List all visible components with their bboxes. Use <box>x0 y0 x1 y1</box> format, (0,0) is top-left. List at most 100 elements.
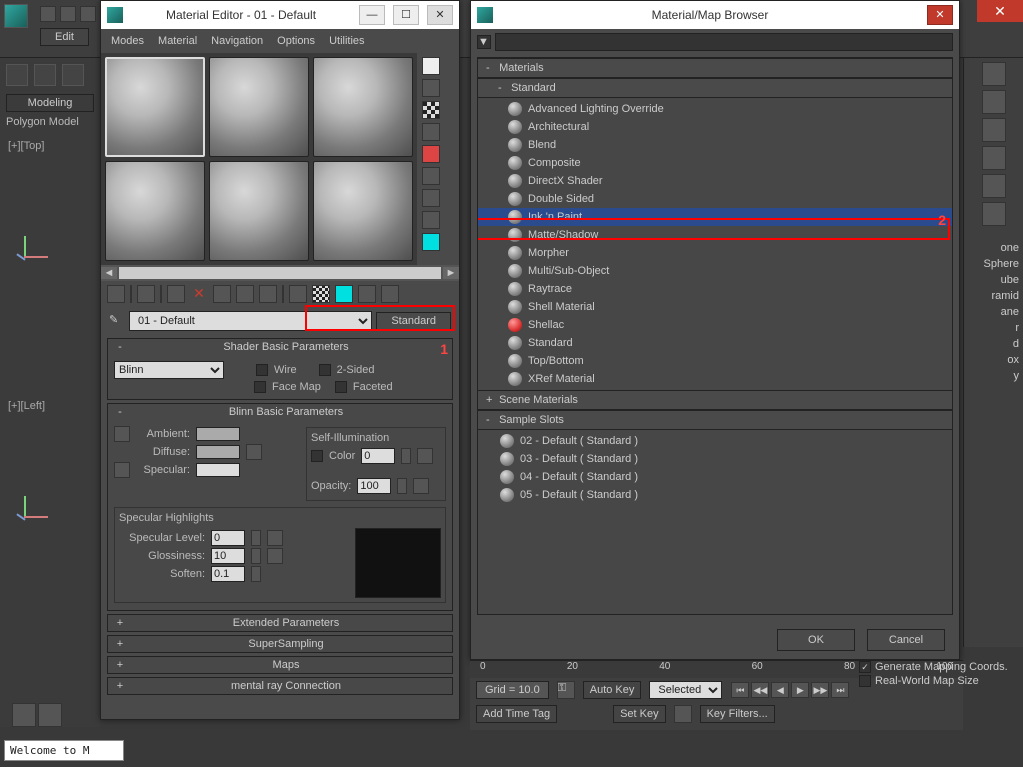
diffuse-swatch[interactable] <box>196 445 240 459</box>
sample-slot-item[interactable]: 04 - Default ( Standard ) <box>478 468 952 486</box>
viewport-config-icon[interactable] <box>38 703 62 727</box>
material-item[interactable]: DirectX Shader <box>478 172 952 190</box>
minimize-button[interactable]: — <box>359 5 385 25</box>
sample-slot-item[interactable]: 03 - Default ( Standard ) <box>478 450 952 468</box>
playback-button-0[interactable]: ⏮ <box>731 682 749 698</box>
show-end-result-icon[interactable] <box>335 285 353 303</box>
edit-menu-button[interactable]: Edit <box>40 28 89 46</box>
sample-slot-2[interactable] <box>209 57 309 157</box>
video-color-check-icon[interactable] <box>422 145 440 163</box>
menu-utilities[interactable]: Utilities <box>329 35 364 47</box>
specular-level-input[interactable] <box>211 530 245 546</box>
reset-map-icon[interactable]: ✕ <box>190 285 208 303</box>
real-world-checkbox[interactable] <box>859 675 871 687</box>
material-item[interactable]: Standard <box>478 334 952 352</box>
primitive-button-partial[interactable]: d <box>963 336 1023 352</box>
scroll-left-button[interactable]: ◄ <box>101 267 117 279</box>
primitive-button-partial[interactable]: one <box>963 240 1023 256</box>
spinner[interactable] <box>251 566 261 582</box>
ambient-swatch[interactable] <box>196 427 240 441</box>
material-item[interactable]: Multi/Sub-Object <box>478 262 952 280</box>
material-name-select[interactable]: 01 - Default <box>129 311 372 331</box>
app-close-button[interactable]: ✕ <box>977 0 1023 22</box>
select-by-material-icon[interactable] <box>422 211 440 229</box>
save-file-icon[interactable] <box>80 6 96 22</box>
modify-panel-icon[interactable] <box>982 90 1006 114</box>
set-key-button[interactable]: Set Key <box>613 705 666 723</box>
playback-button-2[interactable]: ◀ <box>771 682 789 698</box>
viewport-left-label[interactable]: [+][Left] <box>0 396 100 416</box>
primitive-button-partial[interactable]: r <box>963 320 1023 336</box>
scrollbar-track[interactable] <box>119 267 441 279</box>
bind-icon[interactable] <box>62 64 84 86</box>
rollout-toggle[interactable]: + <box>114 638 126 650</box>
material-item[interactable]: Blend <box>478 136 952 154</box>
spinner[interactable] <box>251 530 261 546</box>
two-sided-checkbox[interactable] <box>319 364 331 376</box>
gloss-map-button[interactable] <box>267 548 283 564</box>
material-item[interactable]: Top/Bottom <box>478 352 952 370</box>
glossiness-input[interactable] <box>211 548 245 564</box>
put-to-library-icon[interactable] <box>259 285 277 303</box>
create-panel-icon[interactable] <box>982 62 1006 86</box>
material-id-channel-icon[interactable] <box>289 285 307 303</box>
scene-materials-section-header[interactable]: + Scene Materials <box>478 390 952 410</box>
menu-navigation[interactable]: Navigation <box>211 35 263 47</box>
rollout-toggle[interactable]: - <box>114 341 126 353</box>
utilities-panel-icon[interactable] <box>982 202 1006 226</box>
assign-to-selection-icon[interactable] <box>167 285 185 303</box>
material-item[interactable]: Advanced Lighting Override <box>478 100 952 118</box>
sample-slot-6[interactable] <box>313 161 413 261</box>
make-copy-icon[interactable] <box>213 285 231 303</box>
selfillum-color-checkbox[interactable] <box>311 450 323 462</box>
material-item[interactable]: Double Sided <box>478 190 952 208</box>
sample-slot-item[interactable]: 02 - Default ( Standard ) <box>478 432 952 450</box>
new-file-icon[interactable] <box>40 6 56 22</box>
modeling-tab[interactable]: Modeling <box>6 94 94 112</box>
viewport-top-label[interactable]: [+][Top] <box>0 136 100 156</box>
material-item[interactable]: Ink 'n Paint <box>478 208 952 226</box>
make-unique-icon[interactable] <box>236 285 254 303</box>
viewport-layout-icon[interactable] <box>12 703 36 727</box>
primitive-button-partial[interactable]: ramid <box>963 288 1023 304</box>
primitive-button-partial[interactable]: y <box>963 368 1023 384</box>
cancel-button[interactable]: Cancel <box>867 629 945 651</box>
link-icon[interactable] <box>6 64 28 86</box>
playback-button-5[interactable]: ⏭ <box>831 682 849 698</box>
playback-button-3[interactable]: ▶ <box>791 682 809 698</box>
key-icon[interactable]: ⚿ <box>557 681 575 699</box>
menu-material[interactable]: Material <box>158 35 197 47</box>
background-icon[interactable] <box>422 101 440 119</box>
spec-level-map-button[interactable] <box>267 530 283 546</box>
display-panel-icon[interactable] <box>982 174 1006 198</box>
sample-slot-item[interactable]: 05 - Default ( Standard ) <box>478 486 952 504</box>
close-button[interactable]: ✕ <box>427 5 453 25</box>
primitive-button-partial[interactable]: Sphere <box>963 256 1023 272</box>
key-mode-select[interactable]: Selected <box>649 681 722 699</box>
menu-options[interactable]: Options <box>277 35 315 47</box>
open-file-icon[interactable] <box>60 6 76 22</box>
key-filters-button[interactable]: Key Filters... <box>700 705 775 723</box>
spinner[interactable] <box>401 448 411 464</box>
browser-close-button[interactable]: ✕ <box>927 5 953 25</box>
face-map-checkbox[interactable] <box>254 381 266 393</box>
spinner[interactable] <box>251 548 261 564</box>
sample-type-icon[interactable] <box>422 57 440 75</box>
materials-section-header[interactable]: - Materials <box>478 58 952 78</box>
material-item[interactable]: Morpher <box>478 244 952 262</box>
playback-button-1[interactable]: ◀◀ <box>751 682 769 698</box>
playback-button-4[interactable]: ▶▶ <box>811 682 829 698</box>
soften-input[interactable] <box>211 566 245 582</box>
get-material-icon[interactable] <box>107 285 125 303</box>
backlight-icon[interactable] <box>422 79 440 97</box>
selfillum-value-input[interactable] <box>361 448 395 464</box>
browser-search-input[interactable] <box>495 33 953 51</box>
put-to-scene-icon[interactable] <box>137 285 155 303</box>
primitive-button-partial[interactable]: ube <box>963 272 1023 288</box>
opacity-map-button[interactable] <box>413 478 429 494</box>
menu-modes[interactable]: Modes <box>111 35 144 47</box>
primitive-button-partial[interactable]: ox <box>963 352 1023 368</box>
rollout-toggle[interactable]: + <box>114 659 126 671</box>
sample-slot-1[interactable] <box>105 57 205 157</box>
sample-slot-3[interactable] <box>313 57 413 157</box>
